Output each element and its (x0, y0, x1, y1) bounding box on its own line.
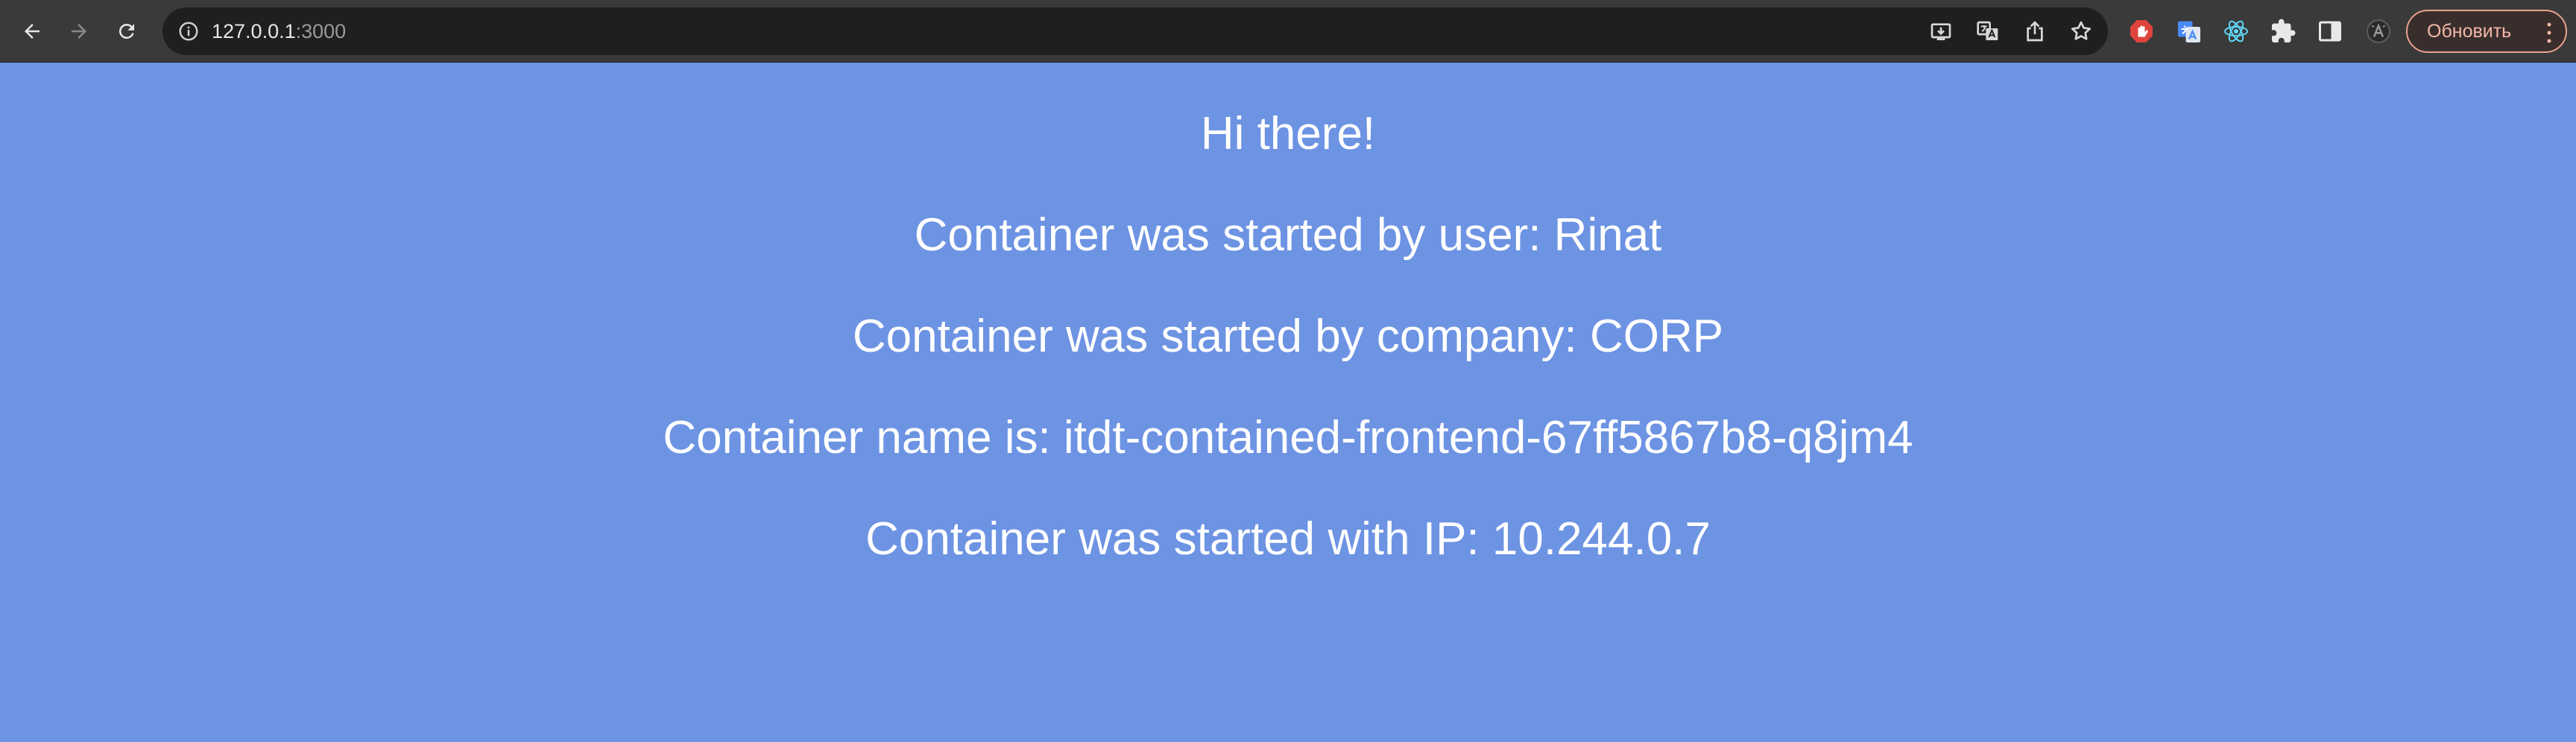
container-name-text: Container name is: itdt-contained-fronte… (663, 412, 1913, 463)
adblock-extension[interactable] (2127, 16, 2156, 46)
puzzle-extensions-icon (2272, 19, 2296, 42)
back-button[interactable] (14, 13, 50, 49)
side-panel-icon (2319, 21, 2341, 42)
page-content: Hi there! Container was started by user:… (0, 63, 2576, 742)
greeting-text: Hi there! (1200, 108, 1376, 159)
share-button[interactable] (2023, 19, 2047, 43)
install-app-icon (1931, 23, 1951, 40)
extensions-button[interactable] (2268, 16, 2298, 46)
arrow-right-icon (72, 24, 86, 39)
url-host: 127.0.0.1 (212, 20, 296, 42)
star-icon (2071, 21, 2092, 40)
adblock-icon (2130, 20, 2153, 42)
share-icon (2027, 21, 2043, 42)
forward-button[interactable] (61, 13, 97, 49)
url-port: :3000 (295, 20, 347, 42)
side-panel-button[interactable] (2315, 16, 2345, 46)
react-devtools-extension[interactable] (2221, 16, 2251, 46)
container-ip-text: Container was started with IP: 10.244.0.… (865, 513, 1711, 565)
update-browser-label: Обновить (2427, 20, 2512, 42)
translate-button[interactable] (1976, 19, 2000, 43)
reload-button[interactable] (109, 13, 145, 49)
profile-icon (2366, 19, 2391, 44)
google-translate-extension[interactable] (2174, 16, 2204, 46)
translate-icon (1977, 21, 1998, 40)
arrow-left-icon (25, 24, 40, 39)
more-menu-icon[interactable] (2546, 21, 2552, 45)
url-text[interactable]: 127.0.0.1:3000 (212, 7, 346, 55)
google-translate-icon (2178, 21, 2200, 42)
address-bar[interactable]: 127.0.0.1:3000 (162, 7, 2108, 55)
browser-toolbar: 127.0.0.1:3000 Обновить (0, 0, 2576, 63)
install-app-button[interactable] (1929, 19, 1953, 43)
info-icon[interactable] (177, 20, 200, 42)
react-devtools-icon (2224, 20, 2248, 42)
started-by-company-text: Container was started by company: CORP (852, 311, 1724, 362)
update-browser-button[interactable]: Обновить (2406, 10, 2567, 53)
started-by-user-text: Container was started by user: Rinat (914, 209, 1662, 261)
bookmark-button[interactable] (2069, 19, 2093, 43)
reload-icon (119, 23, 134, 39)
profile-button[interactable] (2364, 16, 2393, 46)
